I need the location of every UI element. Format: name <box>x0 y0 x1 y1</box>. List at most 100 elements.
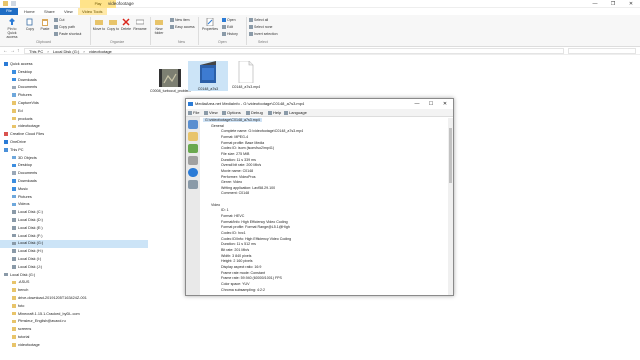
nav-item[interactable]: tutorial <box>0 334 148 342</box>
nav-item[interactable]: products <box>0 116 148 124</box>
search-input[interactable] <box>568 48 636 54</box>
new-folder-button[interactable]: New folder <box>152 18 166 35</box>
maximize-button[interactable]: ☐ <box>424 99 438 109</box>
nav-item[interactable]: Local Disk (D:) <box>0 217 148 225</box>
tab-file[interactable]: File <box>0 8 18 15</box>
nav-item[interactable]: videofootage <box>0 123 148 131</box>
paste-button[interactable]: Paste <box>38 18 52 31</box>
nav-item[interactable]: bench <box>0 287 148 295</box>
export-icon[interactable] <box>188 144 198 153</box>
settings-icon[interactable] <box>188 180 198 189</box>
nav-item[interactable]: Local Disk (F:) <box>0 233 148 241</box>
nav-item[interactable]: Pictures <box>0 194 148 202</box>
pin-quick-access-button[interactable]: Pin to Quick access <box>3 18 21 39</box>
nav-item[interactable]: 3D Objects <box>0 155 148 163</box>
about-icon[interactable] <box>188 156 198 165</box>
nav-item[interactable]: Local Disk (H:) <box>0 248 148 256</box>
nav-item[interactable]: Local Disk (G:) <box>0 240 148 248</box>
select-group-label: Select <box>258 40 268 44</box>
copy-to-button[interactable]: Copy to <box>106 18 120 31</box>
menu-view[interactable]: View <box>204 109 218 117</box>
edit-button[interactable]: Edit <box>222 25 233 30</box>
nav-item[interactable]: Local Disk (C:) <box>0 209 148 217</box>
forward-arrow-icon[interactable]: → <box>10 48 15 54</box>
tab-home[interactable]: Home <box>20 8 39 15</box>
up-arrow-icon[interactable]: ↑ <box>17 48 20 54</box>
nav-item[interactable]: drive-download-20191205T163424Z-001 <box>0 295 148 303</box>
open-button[interactable]: Open <box>222 18 236 23</box>
nav-item[interactable]: Downloads <box>0 178 148 186</box>
tab-video-tools[interactable]: Video Tools <box>78 8 107 15</box>
nav-item[interactable]: Videos <box>0 201 148 209</box>
maximize-button[interactable]: ❐ <box>604 0 622 8</box>
select-all-button[interactable]: Select all <box>249 18 268 23</box>
nav-item[interactable]: Local Disk (E:) <box>0 225 148 233</box>
nav-item[interactable]: OneDrive <box>0 139 148 147</box>
nav-item[interactable]: Desktop <box>0 162 148 170</box>
minimize-button[interactable]: — <box>586 0 604 8</box>
folder-icon <box>12 101 16 105</box>
back-arrow-icon[interactable]: ← <box>3 48 8 54</box>
breadcrumb-local-disk[interactable]: Local Disk (G:) <box>53 49 79 54</box>
delete-button[interactable]: Delete <box>120 18 132 31</box>
nav-item[interactable]: This PC <box>0 147 148 155</box>
rename-button[interactable]: Rename <box>133 18 147 31</box>
nav-item[interactable]: Pictures <box>0 92 148 100</box>
minimize-button[interactable]: — <box>410 99 424 109</box>
history-button[interactable]: History <box>222 32 238 37</box>
nav-item[interactable]: Quick access <box>0 61 148 69</box>
nav-item[interactable]: Downloads <box>0 77 148 85</box>
nav-item[interactable]: Music <box>0 186 148 194</box>
tab-share[interactable]: Share <box>40 8 59 15</box>
info-text: Codec ID/Info: High Efficiency Video Cod… <box>221 236 292 241</box>
paste-shortcut-button[interactable]: Paste shortcut <box>54 32 81 37</box>
file-item[interactable]: C0148_a7s3 <box>188 61 228 91</box>
folder-icon <box>12 93 16 97</box>
invert-selection-button[interactable]: Invert selection <box>249 32 278 37</box>
section-header[interactable]: Video <box>211 203 220 209</box>
tab-view[interactable]: View <box>60 8 77 15</box>
nav-item[interactable]: Local Disk (G:) <box>0 272 148 280</box>
copy-button[interactable]: Copy <box>24 18 36 31</box>
close-button[interactable]: ✕ <box>438 99 452 109</box>
nav-item[interactable]: Documents <box>0 84 148 92</box>
nav-item[interactable]: Desktop <box>0 69 148 77</box>
nav-item[interactable]: Ed <box>0 108 148 116</box>
open-folder-icon[interactable] <box>188 132 198 141</box>
menu-options[interactable]: Options <box>222 109 241 117</box>
file-item[interactable]: C0148_a7s3.mp4 <box>226 60 266 89</box>
open-file-icon[interactable] <box>188 120 198 129</box>
nav-item[interactable]: screens <box>0 326 148 334</box>
nav-item[interactable]: Local Disk (J:) <box>0 264 148 272</box>
nav-item[interactable]: videofootage <box>0 342 148 350</box>
scrollbar-thumb[interactable] <box>449 128 452 183</box>
mediainfo-scrollbar[interactable] <box>448 118 453 295</box>
nav-item[interactable]: Minecraft.1.15.1.Cracked_byDL.com <box>0 311 148 319</box>
nav-item[interactable]: Documents <box>0 170 148 178</box>
menu-debug[interactable]: Debug <box>246 109 263 117</box>
breadcrumb-this-pc[interactable]: This PC <box>29 49 43 54</box>
breadcrumb-videofootage[interactable]: videofootage <box>89 49 112 54</box>
easy-access-button[interactable]: Easy access <box>170 25 195 30</box>
breadcrumb[interactable]: This PC › Local Disk (G:) › videofootage <box>24 48 564 54</box>
nav-item[interactable]: Local Disk (I:) <box>0 256 148 264</box>
nav-item[interactable]: CaptureVids <box>0 100 148 108</box>
nav-item[interactable]: Creative Cloud Files <box>0 131 148 139</box>
nav-item[interactable]: foto <box>0 303 148 311</box>
move-to-button[interactable]: Move to <box>92 18 106 31</box>
new-item-button[interactable]: New item <box>170 18 190 23</box>
file-item[interactable]: C0008_turbocut_problem <box>150 69 191 93</box>
menu-file[interactable]: File <box>188 109 199 117</box>
close-button[interactable]: ✕ <box>622 0 640 8</box>
properties-button[interactable]: Properties <box>200 18 220 31</box>
menu-language[interactable]: Language <box>284 109 307 117</box>
menu-help[interactable]: Help <box>268 109 281 117</box>
nav-item[interactable]: .ASUS <box>0 279 148 287</box>
copy-path-button[interactable]: Copy path <box>54 25 75 30</box>
nav-item[interactable]: Pimsleur_English@avaxd.ru <box>0 318 148 326</box>
quick-access-toolbar-icon[interactable] <box>11 1 16 6</box>
info-icon[interactable] <box>188 168 198 177</box>
open-group-label: Open <box>218 40 227 44</box>
cut-button[interactable]: Cut <box>54 18 64 23</box>
select-none-button[interactable]: Select none <box>249 25 273 30</box>
